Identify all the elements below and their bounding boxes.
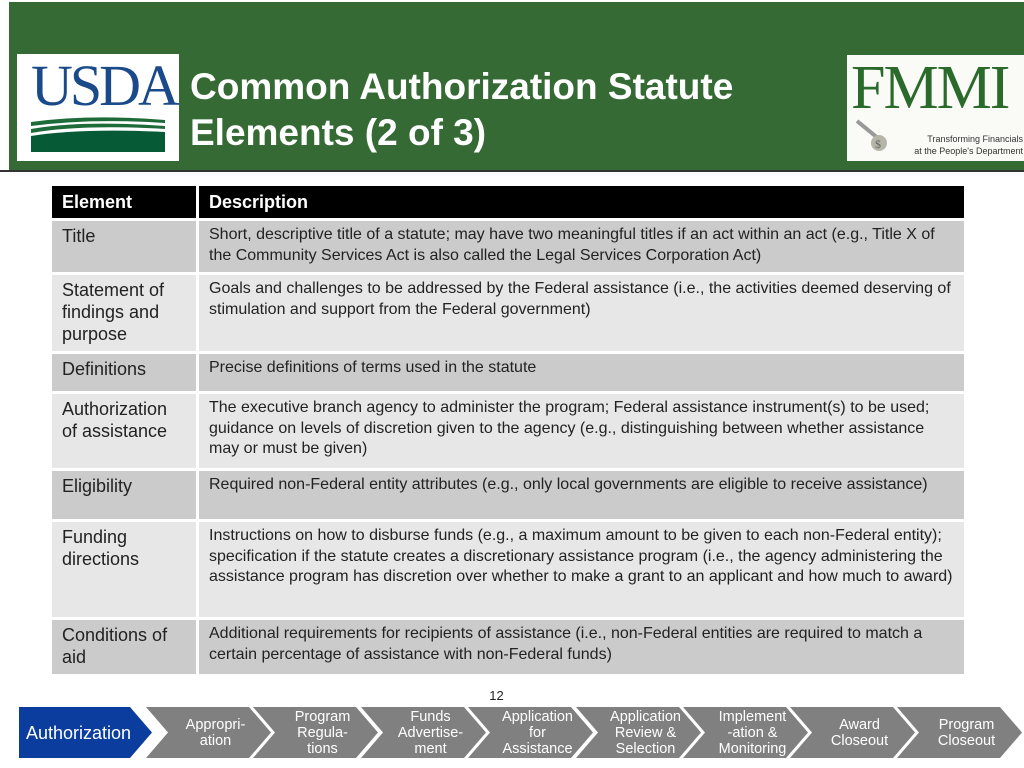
table-row: Eligibility Required non-Federal entity … <box>52 469 964 522</box>
element-cell: Funding directions <box>52 520 199 620</box>
process-step-label: Program Closeout <box>937 716 996 749</box>
process-step-label: Implement -ation & Monitoring <box>718 708 787 757</box>
description-cell: Required non-Federal entity attributes (… <box>197 469 964 522</box>
process-step-label: Appropri- ation <box>185 716 246 749</box>
description-cell: Instructions on how to disburse funds (e… <box>197 520 964 620</box>
statute-elements-table: Element Description Title Short, descrip… <box>52 186 964 677</box>
description-cell: Precise definitions of terms used in the… <box>197 352 964 394</box>
table-row: Authorization of assistance The executiv… <box>52 392 964 471</box>
process-step-funds-advertisement[interactable]: Funds Advertise- ment <box>361 707 486 758</box>
process-step-application-for-assistance[interactable]: Application for Assistance <box>468 707 593 758</box>
page-title-line-2: Elements (2 of 3) <box>190 112 487 153</box>
table-row: Funding directions Instructions on how t… <box>52 520 964 620</box>
fmmi-tagline-line-2: at the People's Department <box>914 146 1023 156</box>
table-header-row: Element Description <box>52 186 964 221</box>
process-step-program-closeout[interactable]: Program Closeout <box>897 707 1022 758</box>
process-step-authorization[interactable]: Authorization <box>19 707 152 758</box>
table-row: Statement of findings and purpose Goals … <box>52 273 964 354</box>
description-cell: Additional requirements for recipients o… <box>197 618 964 677</box>
column-header-description: Description <box>197 186 964 221</box>
process-step-label: Program Regula- tions <box>294 708 351 757</box>
element-cell: Authorization of assistance <box>52 392 199 471</box>
description-cell: Goals and challenges to be addressed by … <box>197 273 964 354</box>
svg-text:$: $ <box>875 137 881 151</box>
page-number: 12 <box>489 688 504 703</box>
process-step-label: Award Closeout <box>830 716 889 749</box>
process-step-label: Authorization <box>25 722 132 743</box>
process-step-label: Funds Advertise- ment <box>397 708 464 757</box>
page-title: Common Authorization Statute Elements (2… <box>190 64 733 156</box>
table-row: Title Short, descriptive title of a stat… <box>52 219 964 275</box>
process-step-appropriation[interactable]: Appropri- ation <box>146 707 271 758</box>
element-cell: Definitions <box>52 352 199 394</box>
element-cell: Eligibility <box>52 469 199 522</box>
page-title-line-1: Common Authorization Statute <box>190 66 734 107</box>
grant-lifecycle-process: Authorization Appropri- ation Program Re… <box>19 707 1014 758</box>
process-step-label: Application for Assistance <box>502 708 573 757</box>
usda-logo: USDA <box>17 53 180 161</box>
table-row: Definitions Precise definitions of terms… <box>52 352 964 394</box>
element-cell: Title <box>52 219 199 275</box>
description-cell: Short, descriptive title of a statute; m… <box>197 219 964 275</box>
usda-landscape-icon <box>31 117 165 152</box>
process-step-award-closeout[interactable]: Award Closeout <box>790 707 915 758</box>
process-step-label: Application Review & Selection <box>610 708 681 757</box>
process-step-application-review-selection[interactable]: Application Review & Selection <box>576 707 701 758</box>
usda-logo-text: USDA <box>31 53 180 118</box>
column-header-element: Element <box>52 186 199 221</box>
fmmi-tagline-line-1: Transforming Financials <box>927 134 1023 144</box>
table-row: Conditions of aid Additional requirement… <box>52 618 964 677</box>
fmmi-logo-text: FMMI <box>851 54 1010 122</box>
header-divider <box>0 170 1024 172</box>
process-step-implementation-monitoring[interactable]: Implement -ation & Monitoring <box>683 707 808 758</box>
fmmi-logo: FMMI $ Transforming Financials at the Pe… <box>847 55 1024 161</box>
process-step-program-regulations[interactable]: Program Regula- tions <box>253 707 378 758</box>
element-cell: Conditions of aid <box>52 618 199 677</box>
description-cell: The executive branch agency to administe… <box>197 392 964 471</box>
fmmi-tagline: Transforming Financials at the People's … <box>891 133 1023 157</box>
element-cell: Statement of findings and purpose <box>52 273 199 354</box>
key-dollar-icon: $ <box>855 119 887 151</box>
